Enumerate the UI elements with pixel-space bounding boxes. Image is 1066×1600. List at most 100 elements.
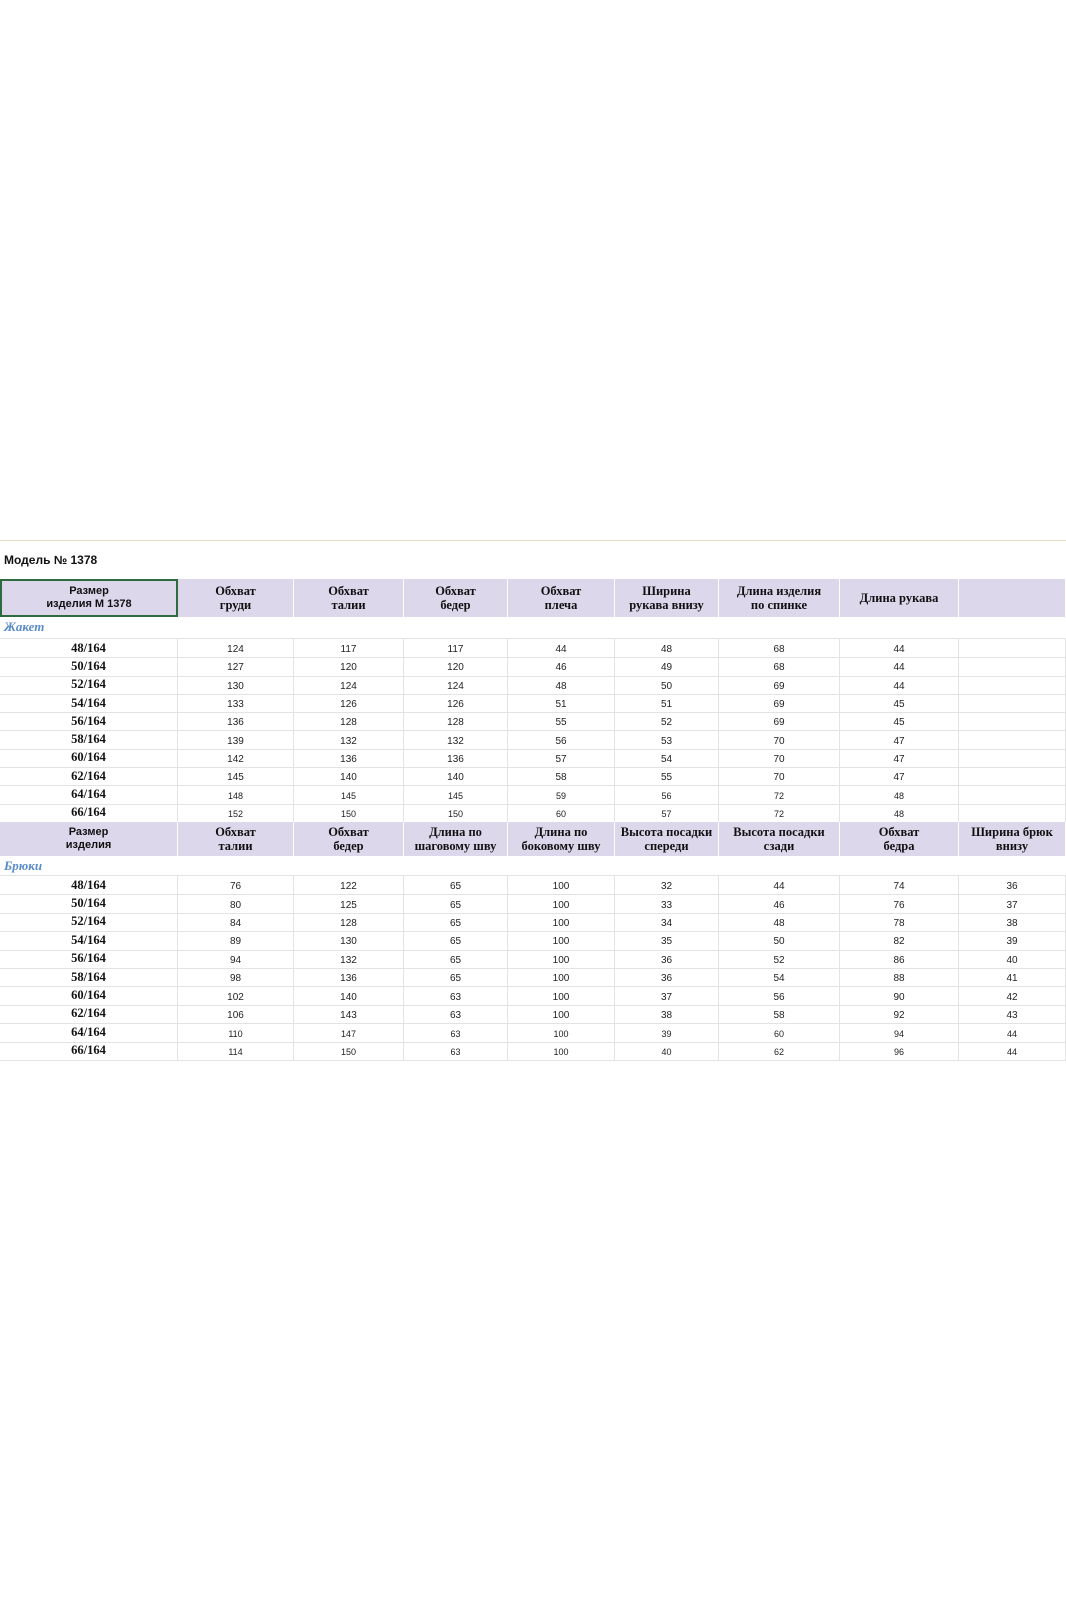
value-cell[interactable]: 150 xyxy=(294,803,404,822)
value-cell[interactable]: 55 xyxy=(615,767,719,786)
value-cell[interactable] xyxy=(959,639,1066,658)
value-cell[interactable]: 136 xyxy=(178,712,294,731)
value-cell[interactable]: 133 xyxy=(178,693,294,713)
trousers-header-cell[interactable]: Высота посадки спереди xyxy=(615,822,719,856)
value-cell[interactable]: 44 xyxy=(959,1041,1066,1060)
value-cell[interactable]: 44 xyxy=(840,657,959,676)
value-cell[interactable]: 35 xyxy=(615,931,719,950)
value-cell[interactable]: 90 xyxy=(840,986,959,1005)
trousers-header-cell[interactable]: Обхват бедра xyxy=(840,822,959,856)
value-cell[interactable]: 69 xyxy=(719,675,840,694)
size-cell[interactable]: 52/164 xyxy=(0,912,178,932)
trousers-header-cell[interactable]: Высота посадки сзади xyxy=(719,822,840,856)
value-cell[interactable] xyxy=(959,657,1066,676)
trousers-header-cell[interactable]: Длина по шаговому шву xyxy=(404,822,508,856)
value-cell[interactable]: 110 xyxy=(178,1023,294,1042)
value-cell[interactable]: 100 xyxy=(508,894,615,913)
value-cell[interactable]: 58 xyxy=(719,1004,840,1024)
value-cell[interactable]: 122 xyxy=(294,876,404,895)
value-cell[interactable]: 143 xyxy=(294,1004,404,1024)
value-cell[interactable]: 53 xyxy=(615,730,719,749)
value-cell[interactable]: 55 xyxy=(508,712,615,731)
size-cell[interactable]: 58/164 xyxy=(0,730,178,749)
value-cell[interactable]: 36 xyxy=(959,876,1066,895)
value-cell[interactable]: 50 xyxy=(719,931,840,950)
value-cell[interactable] xyxy=(959,730,1066,749)
value-cell[interactable]: 126 xyxy=(294,693,404,713)
size-cell[interactable]: 60/164 xyxy=(0,986,178,1005)
value-cell[interactable]: 128 xyxy=(404,712,508,731)
value-cell[interactable]: 117 xyxy=(404,639,508,658)
value-cell[interactable]: 152 xyxy=(178,803,294,822)
value-cell[interactable]: 47 xyxy=(840,767,959,786)
value-cell[interactable]: 60 xyxy=(719,1023,840,1042)
value-cell[interactable]: 48 xyxy=(508,675,615,694)
value-cell[interactable]: 128 xyxy=(294,912,404,932)
size-cell[interactable]: 54/164 xyxy=(0,931,178,950)
size-cell[interactable]: 48/164 xyxy=(0,639,178,658)
value-cell[interactable] xyxy=(959,748,1066,768)
value-cell[interactable]: 145 xyxy=(404,785,508,804)
value-cell[interactable]: 57 xyxy=(615,803,719,822)
value-cell[interactable]: 65 xyxy=(404,931,508,950)
value-cell[interactable]: 54 xyxy=(615,748,719,768)
value-cell[interactable]: 69 xyxy=(719,712,840,731)
value-cell[interactable]: 45 xyxy=(840,693,959,713)
value-cell[interactable]: 59 xyxy=(508,785,615,804)
value-cell[interactable]: 44 xyxy=(719,876,840,895)
value-cell[interactable]: 65 xyxy=(404,968,508,987)
value-cell[interactable]: 140 xyxy=(294,986,404,1005)
trousers-header-cell[interactable]: Длина по боковому шву xyxy=(508,822,615,856)
jacket-header-cell[interactable]: Длина рукава xyxy=(840,579,959,617)
value-cell[interactable]: 48 xyxy=(719,912,840,932)
value-cell[interactable]: 150 xyxy=(404,803,508,822)
value-cell[interactable]: 136 xyxy=(294,968,404,987)
value-cell[interactable]: 38 xyxy=(615,1004,719,1024)
value-cell[interactable]: 54 xyxy=(719,968,840,987)
value-cell[interactable]: 65 xyxy=(404,876,508,895)
value-cell[interactable]: 139 xyxy=(178,730,294,749)
value-cell[interactable]: 58 xyxy=(508,767,615,786)
value-cell[interactable]: 100 xyxy=(508,1023,615,1042)
value-cell[interactable]: 132 xyxy=(294,949,404,968)
size-cell[interactable]: 58/164 xyxy=(0,968,178,987)
value-cell[interactable]: 36 xyxy=(615,968,719,987)
size-cell[interactable]: 56/164 xyxy=(0,712,178,731)
size-cell[interactable]: 50/164 xyxy=(0,657,178,676)
value-cell[interactable]: 125 xyxy=(294,894,404,913)
value-cell[interactable]: 126 xyxy=(404,693,508,713)
value-cell[interactable]: 44 xyxy=(840,675,959,694)
value-cell[interactable]: 120 xyxy=(294,657,404,676)
size-cell[interactable]: 66/164 xyxy=(0,803,178,822)
value-cell[interactable]: 100 xyxy=(508,949,615,968)
value-cell[interactable]: 82 xyxy=(840,931,959,950)
value-cell[interactable]: 32 xyxy=(615,876,719,895)
value-cell[interactable]: 100 xyxy=(508,876,615,895)
size-cell[interactable]: 64/164 xyxy=(0,785,178,804)
jacket-header-cell[interactable]: Обхват бедер xyxy=(404,579,508,617)
value-cell[interactable]: 128 xyxy=(294,712,404,731)
value-cell[interactable]: 56 xyxy=(508,730,615,749)
value-cell[interactable]: 70 xyxy=(719,748,840,768)
value-cell[interactable]: 39 xyxy=(959,931,1066,950)
value-cell[interactable]: 51 xyxy=(508,693,615,713)
value-cell[interactable]: 72 xyxy=(719,803,840,822)
value-cell[interactable]: 65 xyxy=(404,912,508,932)
value-cell[interactable]: 100 xyxy=(508,912,615,932)
value-cell[interactable] xyxy=(959,712,1066,731)
size-cell[interactable]: 56/164 xyxy=(0,949,178,968)
size-cell[interactable]: 50/164 xyxy=(0,894,178,913)
value-cell[interactable]: 65 xyxy=(404,949,508,968)
value-cell[interactable]: 132 xyxy=(404,730,508,749)
value-cell[interactable]: 89 xyxy=(178,931,294,950)
value-cell[interactable]: 56 xyxy=(719,986,840,1005)
value-cell[interactable]: 142 xyxy=(178,748,294,768)
value-cell[interactable]: 136 xyxy=(294,748,404,768)
value-cell[interactable]: 63 xyxy=(404,1023,508,1042)
value-cell[interactable]: 48 xyxy=(840,803,959,822)
value-cell[interactable]: 39 xyxy=(615,1023,719,1042)
value-cell[interactable]: 37 xyxy=(615,986,719,1005)
value-cell[interactable]: 100 xyxy=(508,968,615,987)
value-cell[interactable]: 100 xyxy=(508,986,615,1005)
value-cell[interactable]: 43 xyxy=(959,1004,1066,1024)
